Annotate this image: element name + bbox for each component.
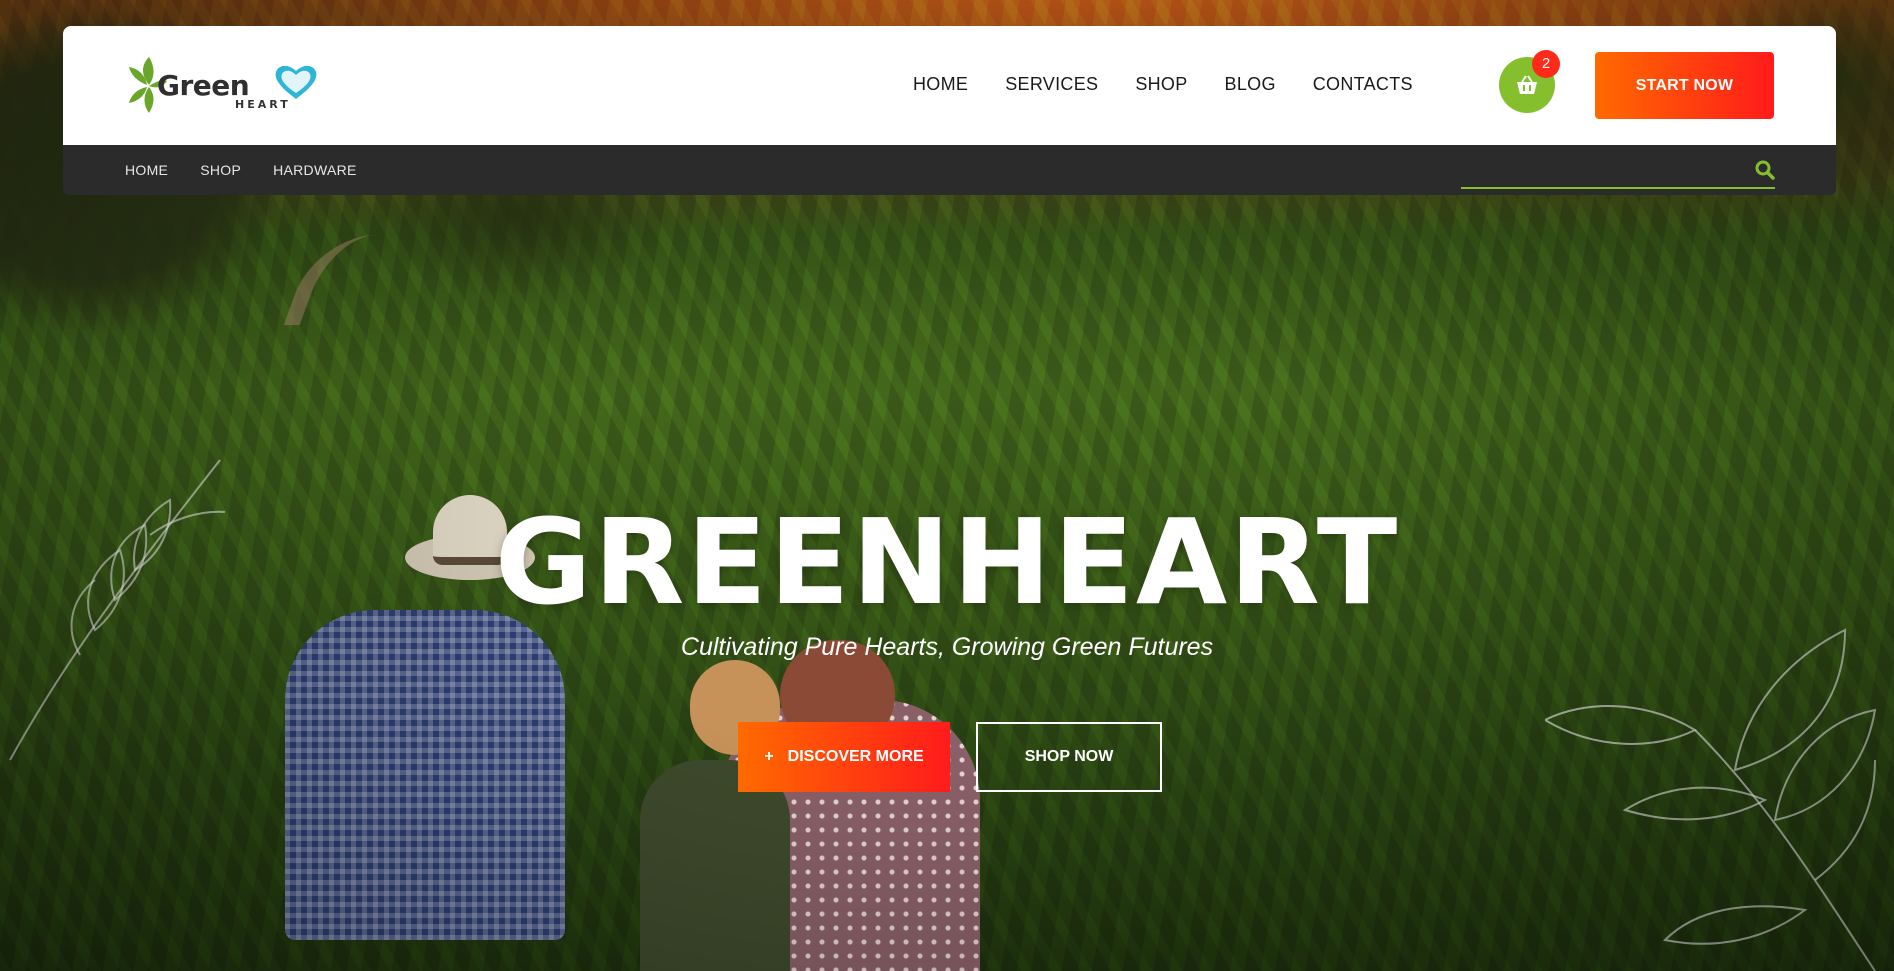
nav-contacts[interactable]: CONTACTS (1313, 74, 1413, 95)
breadcrumb: HOME SHOP HARDWARE (125, 162, 389, 178)
hero-subtitle: Cultivating Pure Hearts, Growing Green F… (680, 633, 1214, 661)
discover-more-label: DISCOVER MORE (787, 748, 924, 765)
hero-title: GREENHEART (494, 493, 1400, 631)
shop-now-button[interactable]: SHOP NOW (976, 722, 1162, 792)
search-box (1461, 153, 1775, 189)
heart-logo-icon (275, 65, 317, 99)
leaf-sketch-icon (1545, 628, 1877, 971)
nav-services[interactable]: SERVICES (1005, 74, 1098, 95)
dirt-road (283, 235, 467, 325)
site-header: Green HEART HOME SERVICES SHOP BLOG CONT… (63, 26, 1836, 145)
plus-icon: + (764, 748, 774, 765)
logo-subtext: HEART (235, 98, 291, 111)
cart-count-badge: 2 (1532, 50, 1560, 78)
nav-shop[interactable]: SHOP (1135, 74, 1187, 95)
nav-home[interactable]: HOME (913, 74, 968, 95)
breadcrumb-home[interactable]: HOME (125, 162, 168, 178)
start-now-button[interactable]: START NOW (1595, 52, 1774, 119)
search-input[interactable] (1461, 153, 1741, 187)
basket-icon (1517, 75, 1537, 94)
main-nav: HOME SERVICES SHOP BLOG CONTACTS (913, 74, 1450, 95)
breadcrumb-hardware[interactable]: HARDWARE (273, 162, 357, 178)
breadcrumb-shop[interactable]: SHOP (200, 162, 241, 178)
logo[interactable]: Green HEART (127, 55, 317, 115)
discover-more-button[interactable]: + DISCOVER MORE (738, 722, 950, 792)
nav-blog[interactable]: BLOG (1225, 74, 1276, 95)
search-icon[interactable] (1755, 160, 1775, 180)
breadcrumb-bar: HOME SHOP HARDWARE (63, 145, 1836, 195)
